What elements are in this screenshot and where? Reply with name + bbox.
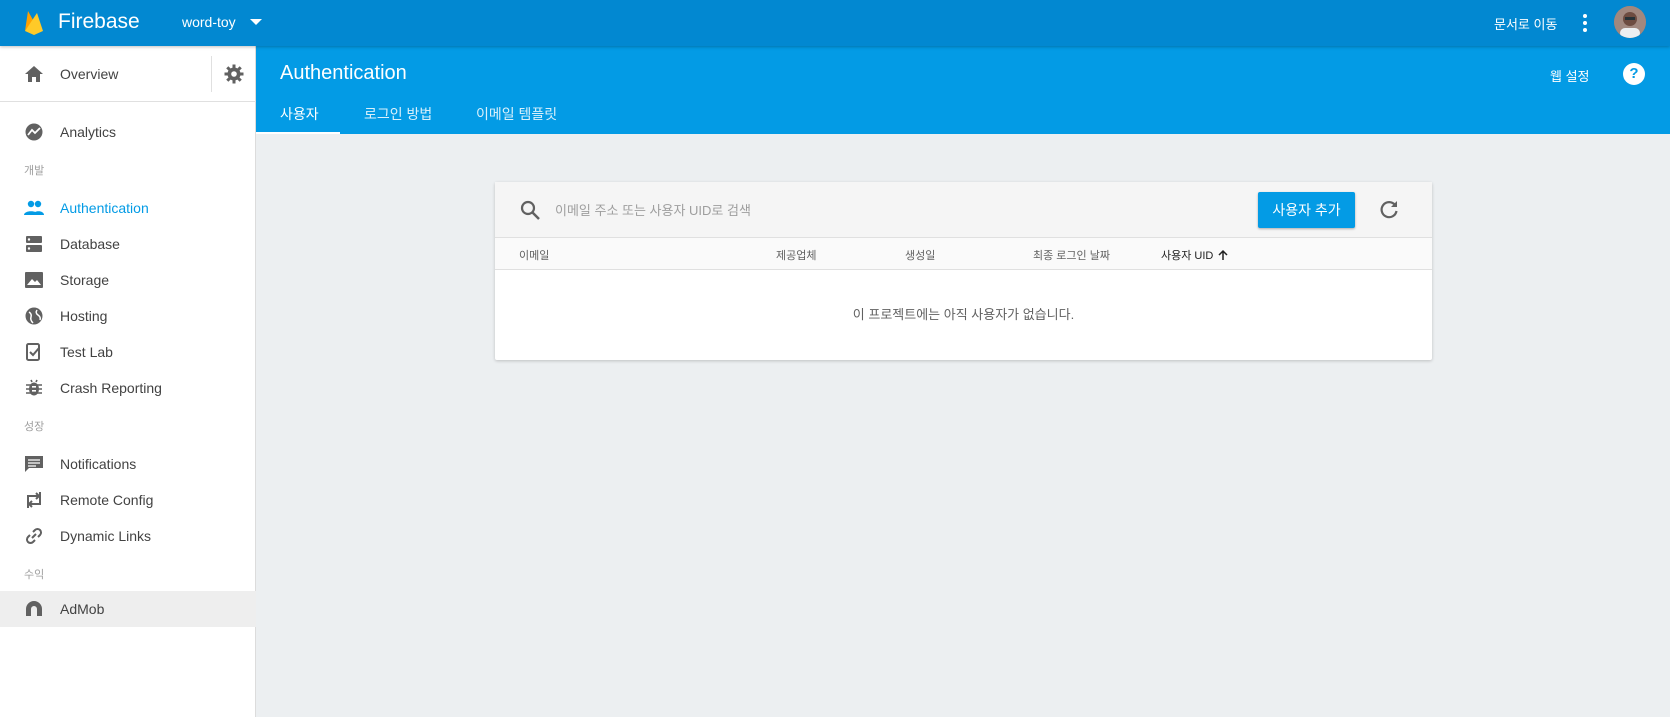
brand-name[interactable]: Firebase [58, 10, 140, 34]
gear-icon[interactable] [224, 64, 244, 84]
link-icon [25, 527, 43, 545]
image-icon [25, 272, 43, 288]
add-user-button[interactable]: 사용자 추가 [1258, 192, 1355, 228]
page-header: Authentication 웹 설정 ? 사용자 로그인 방법 이메일 템플릿 [256, 46, 1670, 134]
sidebar-item-crash-reporting[interactable]: Crash Reporting [0, 370, 256, 406]
sidebar-item-analytics[interactable]: Analytics [0, 114, 256, 150]
home-icon [25, 66, 43, 82]
tab-users[interactable]: 사용자 [280, 104, 319, 134]
remote-config-icon [27, 492, 41, 508]
column-header-created[interactable]: 생성일 [905, 247, 935, 263]
sidebar-item-test-lab[interactable]: Test Lab [0, 334, 256, 370]
sidebar-item-label: Database [60, 236, 120, 252]
admob-icon [26, 601, 42, 616]
sidebar-item-database[interactable]: Database [0, 226, 256, 262]
empty-state-message: 이 프로젝트에는 아직 사용자가 없습니다. [852, 307, 1075, 322]
more-vert-icon[interactable] [1575, 11, 1595, 35]
sidebar-item-remote-config[interactable]: Remote Config [0, 482, 256, 518]
page-title: Authentication [280, 62, 407, 84]
refresh-icon[interactable] [1378, 199, 1400, 221]
section-label-earn: 수익 [24, 569, 45, 581]
sidebar-item-label: Notifications [60, 456, 137, 472]
arrow-up-icon [1218, 249, 1228, 260]
overview-row: Overview [0, 46, 256, 102]
sidebar-item-label: Remote Config [60, 492, 154, 508]
column-header-label: 사용자 UID [1161, 250, 1214, 262]
section-label-develop: 개발 [24, 165, 45, 177]
section-label-grow: 성장 [24, 421, 45, 433]
sidebar-item-notifications[interactable]: Notifications [0, 446, 256, 482]
tab-sign-in-method[interactable]: 로그인 방법 [364, 104, 432, 134]
sidebar-item-label: Hosting [60, 308, 108, 324]
docs-link[interactable]: 문서로 이동 [1494, 14, 1557, 33]
sidebar-item-label: Storage [60, 272, 110, 288]
sidebar-item-admob[interactable]: AdMob [0, 591, 256, 627]
table-header: 이메일 제공업체 생성일 최종 로그인 날짜 사용자 UID [495, 238, 1432, 270]
avatar-image [1614, 6, 1646, 38]
sidebar: Overview Analytics 개발 Authentication Dat… [0, 46, 256, 717]
sidebar-item-storage[interactable]: Storage [0, 262, 256, 298]
firebase-logo-icon[interactable] [24, 9, 44, 35]
sidebar-item-authentication[interactable]: Authentication [0, 190, 256, 226]
database-icon [26, 236, 42, 252]
active-tab-indicator [256, 132, 340, 134]
caret-down-icon [249, 19, 262, 25]
sidebar-item-label: Overview [60, 66, 119, 82]
test-lab-icon [26, 343, 40, 361]
sidebar-item-overview[interactable]: Overview [0, 46, 210, 102]
message-icon [25, 456, 43, 472]
users-toolbar: 사용자 추가 [495, 182, 1432, 238]
help-icon[interactable]: ? [1623, 63, 1645, 85]
analytics-icon [25, 123, 43, 141]
column-header-email[interactable]: 이메일 [519, 247, 549, 263]
sidebar-item-label: Analytics [60, 124, 117, 140]
bug-icon [26, 379, 42, 396]
column-header-provider[interactable]: 제공업체 [776, 247, 816, 263]
avatar[interactable] [1614, 6, 1646, 38]
sidebar-item-dynamic-links[interactable]: Dynamic Links [0, 518, 256, 554]
top-app-bar: Firebase word-toy 문서로 이동 [0, 0, 1670, 46]
divider [211, 56, 212, 92]
search-input[interactable] [555, 198, 1115, 222]
sidebar-item-label: Test Lab [60, 344, 113, 360]
column-header-last-sign-in[interactable]: 최종 로그인 날짜 [1033, 247, 1110, 263]
sidebar-item-label: AdMob [60, 601, 105, 617]
sidebar-item-hosting[interactable]: Hosting [0, 298, 256, 334]
sidebar-item-label: Dynamic Links [60, 528, 152, 544]
globe-icon [25, 307, 43, 325]
sidebar-item-label: Authentication [60, 200, 149, 216]
column-header-user-uid[interactable]: 사용자 UID [1161, 247, 1229, 263]
project-selector[interactable]: word-toy [182, 14, 262, 30]
search-icon [520, 200, 540, 220]
tab-email-templates[interactable]: 이메일 템플릿 [476, 104, 557, 134]
web-setup-link[interactable]: 웹 설정 [1550, 66, 1590, 85]
project-name: word-toy [182, 14, 236, 30]
sidebar-item-label: Crash Reporting [60, 380, 162, 396]
people-icon [24, 200, 44, 215]
users-card: 사용자 추가 이메일 제공업체 생성일 최종 로그인 날짜 사용자 UID 이 … [495, 182, 1432, 360]
